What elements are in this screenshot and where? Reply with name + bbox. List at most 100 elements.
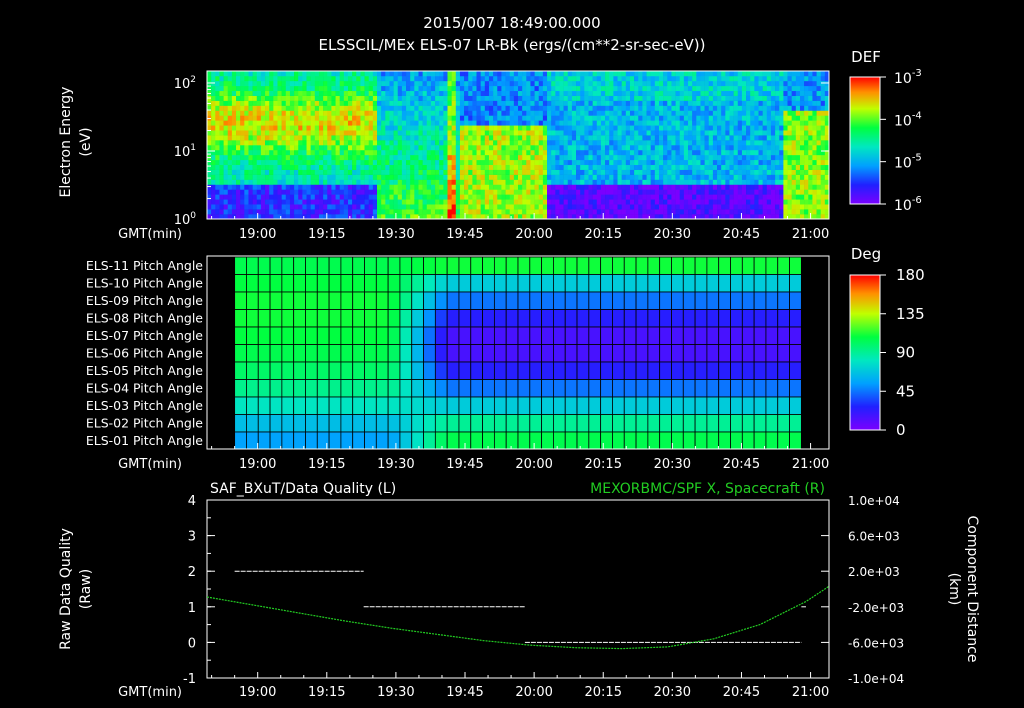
spectrogram-cell	[609, 80, 614, 87]
spectrogram-cell	[211, 95, 216, 101]
spectrogram-cell	[634, 209, 639, 215]
spectrogram-cell	[779, 159, 784, 166]
spectrogram-cell	[260, 75, 266, 82]
spectrogram-cell	[339, 154, 345, 161]
spectrogram-cell	[393, 204, 399, 210]
spectrogram-cell	[737, 90, 743, 96]
spectrogram-cell	[758, 154, 763, 161]
spectrogram-cell	[600, 145, 606, 151]
spectrogram-cell	[406, 154, 411, 161]
spectrogram-cell	[389, 169, 394, 175]
spectrogram-cell	[252, 71, 258, 77]
spectrogram-cell	[265, 135, 270, 141]
spectrogram-cell	[231, 209, 237, 215]
spectrogram-cell	[318, 169, 324, 175]
spectrogram-cell	[289, 174, 295, 180]
spectrogram-cell	[688, 100, 693, 106]
spectrogram-cell	[443, 199, 448, 205]
spectrogram-cell	[775, 194, 780, 200]
spectrogram-cell	[634, 164, 639, 170]
spectrogram-cell	[393, 130, 399, 136]
spectrogram-cell	[754, 179, 759, 185]
spectrogram-cell	[509, 125, 515, 131]
spectrogram-cell	[393, 194, 399, 200]
spectrogram-cell	[397, 145, 403, 151]
spectrogram-cell	[592, 154, 598, 161]
spectrogram-cell	[675, 159, 681, 166]
spectrogram-cell	[654, 80, 660, 87]
spectrogram-cell	[269, 140, 274, 146]
spectrogram-cell	[244, 159, 249, 166]
spectrogram-cell	[518, 149, 523, 156]
spectrogram-cell	[679, 184, 685, 190]
spectrogram-cell	[700, 85, 705, 92]
spectrogram-cell	[787, 135, 792, 141]
spectrogram-cell	[381, 95, 386, 101]
spectrogram-cell	[783, 194, 788, 200]
spectrogram-cell	[559, 95, 564, 101]
spectrogram-cell	[816, 130, 822, 136]
spectrogram-cell	[663, 120, 668, 126]
spectrogram-cell	[762, 184, 768, 190]
spectrogram-cell	[658, 145, 664, 151]
spectrogram-cell	[277, 100, 282, 106]
spectrogram-cell	[588, 95, 593, 101]
spectrogram-cell	[265, 85, 270, 92]
spectrogram-cell	[331, 110, 336, 116]
pitch-angle-cell	[659, 379, 672, 398]
pitch-angle-cell	[635, 344, 649, 363]
spectrogram-cell	[343, 145, 349, 151]
spectrogram-cell	[538, 90, 544, 96]
spectrogram-cell	[493, 100, 498, 106]
spectrogram-cell	[260, 110, 266, 116]
spectrogram-cell	[700, 149, 705, 156]
spectrogram-cell	[596, 204, 602, 210]
spectrogram-cell	[708, 204, 714, 210]
spectrogram-cell	[634, 125, 639, 131]
spectrogram-cell	[638, 75, 643, 82]
spectrogram-cell	[700, 159, 705, 166]
spectrogram-cell	[667, 199, 672, 205]
pitch-angle-cell	[411, 274, 424, 293]
spectrogram-cell	[671, 80, 676, 87]
spectrogram-cell	[289, 135, 295, 141]
spectrogram-cell	[563, 209, 569, 215]
spectrogram-cell	[791, 120, 797, 126]
spectrogram-cell	[426, 110, 432, 116]
pitch-angle-cell	[505, 344, 519, 363]
spectrogram-cell	[799, 204, 805, 210]
spectrogram-cell	[252, 184, 258, 190]
spectrogram-cell	[289, 149, 295, 156]
spectrogram-cell	[820, 179, 826, 185]
spectrogram-cell	[700, 169, 705, 175]
spectrogram-cell	[547, 125, 552, 131]
spectrogram-cell	[207, 75, 212, 82]
spectrogram-cell	[638, 115, 643, 121]
spectrogram-cell	[236, 194, 241, 200]
spectrogram-cell	[343, 164, 349, 170]
spectrogram-cell	[571, 120, 577, 126]
spectrogram-cell	[551, 189, 556, 195]
spectrogram-cell	[700, 174, 705, 180]
spectrogram-cell	[207, 80, 212, 87]
spectrogram-cell	[692, 184, 697, 190]
spectrogram-cell	[273, 159, 278, 166]
spectrogram-cell	[571, 71, 577, 77]
spectrogram-cell	[310, 159, 316, 166]
spectrogram-cell	[526, 209, 531, 215]
spectrogram-cell	[737, 125, 743, 131]
spectrogram-cell	[646, 204, 651, 210]
spectrogram-cell	[804, 71, 809, 77]
spectrogram-cell	[493, 90, 498, 96]
spectrogram-cell	[377, 184, 382, 190]
spectrogram-cell	[526, 135, 531, 141]
spectrogram-cell	[588, 71, 593, 77]
spectrogram-cell	[447, 179, 452, 185]
spectrogram-cell	[455, 135, 461, 141]
spectrogram-cell	[302, 179, 307, 185]
spectrogram-cell	[281, 115, 287, 121]
spectrogram-cell	[592, 85, 598, 92]
spectrogram-cell	[323, 194, 328, 200]
spectrogram-cell	[401, 189, 407, 195]
spectrogram-cell	[663, 204, 668, 210]
